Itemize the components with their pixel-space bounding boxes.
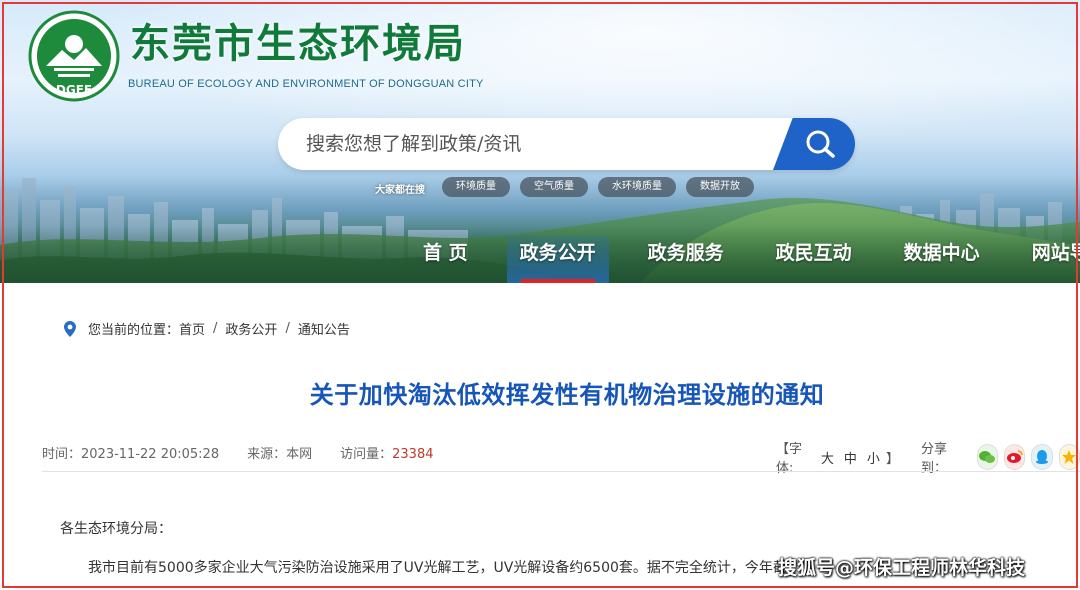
svg-text:DGEE: DGEE: [56, 83, 92, 97]
view-count-label: 访问量：: [340, 447, 393, 462]
article-content-area: 您当前的位置： 首页 / 政务公开 / 通知公告 关于加快淘汰低效挥发性有机物治…: [0, 283, 1080, 590]
hot-tag-air-quality[interactable]: 空气质量: [520, 177, 588, 197]
wechat-share-icon[interactable]: [976, 444, 999, 470]
watermark: 搜狐号@环保工程师林华科技: [778, 557, 1026, 579]
site-subtitle: BUREAU OF ECOLOGY AND ENVIRONMENT OF DON…: [128, 78, 484, 90]
publish-time-value: 2023-11-22 20:05:28: [81, 447, 220, 462]
breadcrumb-separator: /: [285, 321, 290, 336]
header-banner: DGEE 东莞市生态环境局 BUREAU OF ECOLOGY AND ENVI…: [0, 0, 1080, 283]
view-count: 访问量：23384: [340, 443, 433, 462]
site-title: 东莞市生态环境局: [130, 20, 466, 67]
breadcrumb-separator: /: [213, 321, 218, 336]
article-title: 关于加快淘汰低效挥发性有机物治理设施的通知: [309, 381, 825, 409]
font-size-large-button[interactable]: 大: [821, 448, 834, 467]
hot-search-label: 大家都在搜: [375, 185, 425, 196]
article-salutation: 各生态环境分局：: [60, 521, 172, 537]
publish-time-label: 时间：: [42, 447, 82, 462]
font-size-small-button[interactable]: 小: [867, 448, 880, 467]
meta-divider: [42, 471, 1080, 472]
nav-item-government-affairs[interactable]: 政务公开: [506, 236, 609, 283]
font-size-close-bracket: 】: [885, 451, 899, 467]
article-source: 来源：本网: [247, 443, 312, 462]
search-icon: [806, 130, 835, 158]
publish-time: 时间：2023-11-22 20:05:28: [42, 443, 219, 462]
qzone-share-icon[interactable]: [1058, 444, 1080, 470]
breadcrumb-government-affairs-link[interactable]: 政务公开: [225, 319, 277, 338]
article-source-value: 本网: [286, 447, 313, 462]
nav-item-public-interaction[interactable]: 政民互动: [763, 236, 865, 283]
hot-search-tags: 环境质量 空气质量 水环境质量 数据开放: [442, 177, 754, 197]
view-count-value: 23384: [392, 447, 434, 462]
search-button[interactable]: [773, 118, 855, 170]
font-size-medium-button[interactable]: 中: [844, 448, 857, 467]
breadcrumb-prefix: 您当前的位置：: [88, 323, 180, 338]
article-meta: 时间：2023-11-22 20:05:28 来源：本网 访问量：23384: [42, 443, 462, 462]
breadcrumb-notices-link[interactable]: 通知公告: [298, 319, 350, 338]
nav-item-home[interactable]: 首 页: [410, 236, 481, 283]
breadcrumb: 您当前的位置： 首页 / 政务公开 / 通知公告: [64, 319, 350, 338]
qq-share-icon[interactable]: [1031, 444, 1053, 470]
nav-item-site-guide[interactable]: 网站导: [1019, 236, 1080, 283]
article-source-label: 来源：: [247, 447, 287, 462]
search-input[interactable]: [306, 128, 766, 160]
nav-item-data-center[interactable]: 数据中心: [891, 236, 993, 283]
nav-item-government-services[interactable]: 政务服务: [635, 236, 737, 283]
weibo-share-icon[interactable]: [1004, 444, 1026, 470]
dgee-logo: DGEE: [28, 10, 120, 102]
main-nav: 首 页 政务公开 政务服务 政民互动 数据中心 网站导: [410, 236, 1080, 283]
hot-tag-open-data[interactable]: 数据开放: [686, 177, 754, 197]
hot-tag-environment-quality[interactable]: 环境质量: [442, 177, 510, 197]
search-bar: [278, 118, 855, 170]
location-pin-icon: [64, 320, 76, 337]
hot-tag-water-quality[interactable]: 水环境质量: [598, 177, 676, 197]
breadcrumb-home-link[interactable]: 首页: [179, 319, 205, 338]
